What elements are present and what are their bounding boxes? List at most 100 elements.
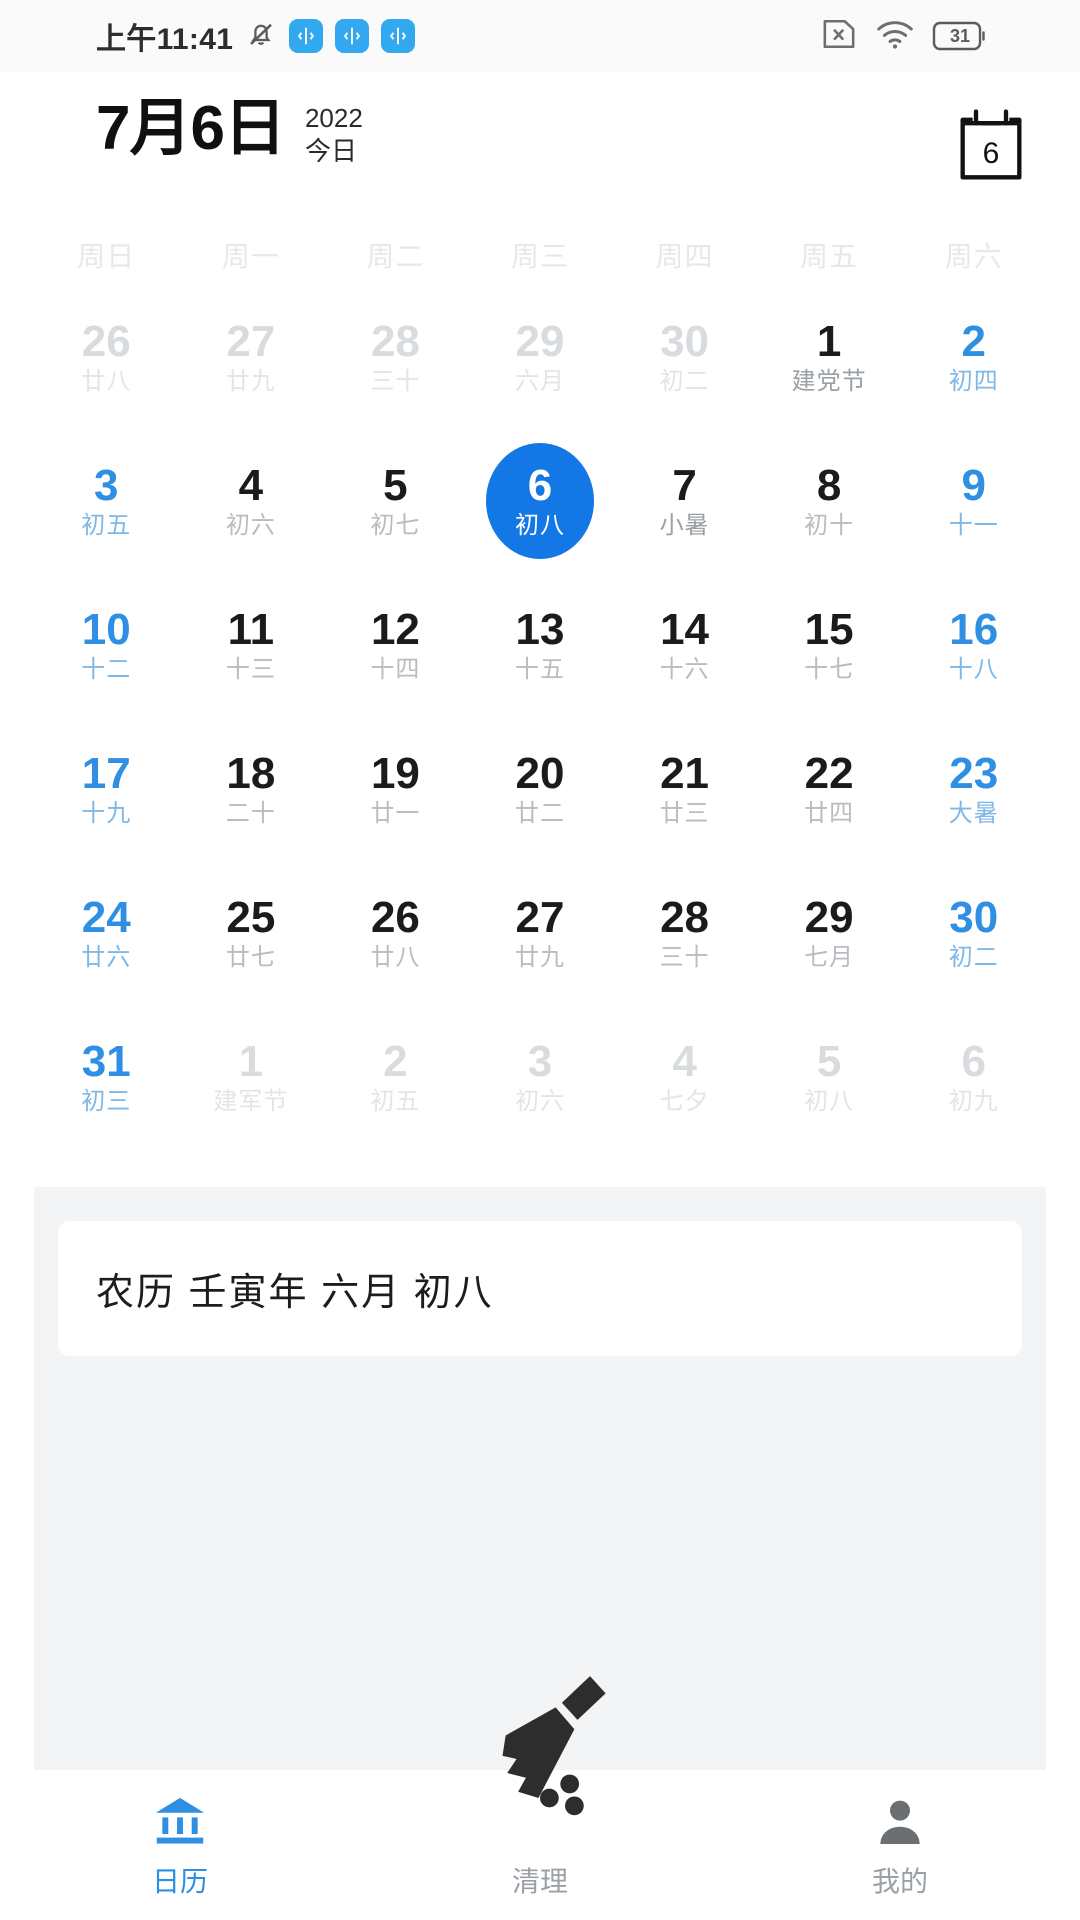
calendar-weeks: 26 廿八 27 廿九 28 三十 29 六月 30 初二 1 建党节 2 初四 3 初五 4 初六 5 初七 6 初八 7… [34,293,1046,1141]
calendar-day-cell[interactable]: 24 廿六 [34,869,179,997]
status-bar-right: 31 [820,17,1046,56]
calendar-day-cell[interactable]: 3 初五 [34,437,179,565]
calendar-day-cell[interactable]: 31 初三 [34,1013,179,1141]
calendar-bank-icon [152,1790,208,1848]
calendar-day-cell[interactable]: 13 十五 [468,581,613,709]
calendar-day-cell[interactable]: 2 初五 [323,1013,468,1141]
calendar-day-cell[interactable]: 9 十一 [901,437,1046,565]
calendar-day-cell[interactable]: 26 廿八 [34,293,179,421]
lunar-date-text: 农历 壬寅年 六月 初八 [96,1272,494,1314]
nav-label-profile: 我的 [871,1866,928,1897]
day-lunar-label: 廿九 [514,944,565,971]
day-lunar-label: 大暑 [948,800,999,827]
day-lunar-label: 六月 [514,368,565,395]
calendar-week-row: 26 廿八 27 廿九 28 三十 29 六月 30 初二 1 建党节 2 初四 [34,293,1046,421]
status-bar-left: 上午11:41 [96,14,416,58]
calendar-day-cell[interactable]: 23 大暑 [901,725,1046,853]
calendar-day-cell[interactable]: 7 小暑 [612,437,757,565]
calendar-day-cell[interactable]: 4 七夕 [612,1013,757,1141]
calendar-day-cell[interactable]: 14 十六 [612,581,757,709]
day-lunar-label: 廿七 [225,944,276,971]
day-number: 10 [81,605,131,654]
wifi-icon [874,17,916,56]
bottom-navigation-bar[interactable]: 日历 清理 我的 [0,1676,1080,1920]
calendar-day-cell[interactable]: 21 廿三 [612,725,757,853]
day-lunar-label: 初三 [81,1088,132,1115]
calendar-day-cell[interactable]: 22 廿四 [757,725,902,853]
nav-item-profile[interactable]: 我的 [720,1790,1080,1900]
day-number: 28 [660,893,710,942]
calendar-day-cell[interactable]: 4 初六 [179,437,324,565]
day-number: 25 [226,893,276,942]
calendar-day-cell[interactable]: 2 初四 [901,293,1046,421]
calendar-day-cell[interactable]: 5 初八 [757,1013,902,1141]
calendar-day-cell[interactable]: 10 十二 [34,581,179,709]
bell-muted-icon [245,18,277,55]
nav-item-calendar[interactable]: 日历 [0,1790,360,1900]
lunar-info-card[interactable]: 农历 壬寅年 六月 初八 [58,1221,1022,1356]
day-lunar-label: 十四 [370,656,421,683]
calendar-week-row: 3 初五 4 初六 5 初七 6 初八 7 小暑 8 初十 9 十一 [34,437,1046,565]
day-number: 21 [660,749,710,798]
calendar-day-cell[interactable]: 28 三十 [323,293,468,421]
day-number: 23 [949,749,999,798]
weekday-header-row: 周日 周一 周二 周三 周四 周五 周六 [34,235,1046,275]
calendar-day-cell[interactable]: 29 六月 [468,293,613,421]
calendar-day-cell[interactable]: 6 初八 [468,437,613,565]
calendar-day-cell[interactable]: 20 廿二 [468,725,613,853]
day-number: 8 [816,461,842,510]
calendar-day-cell[interactable]: 28 三十 [612,869,757,997]
calendar-day-cell[interactable]: 26 廿八 [323,869,468,997]
weekday-monday: 周一 [221,241,280,272]
calendar-day-cell[interactable]: 8 初十 [757,437,902,565]
day-lunar-label: 廿九 [225,368,276,395]
calendar-day-cell[interactable]: 12 十四 [323,581,468,709]
calendar-day-cell[interactable]: 16 十八 [901,581,1046,709]
day-number: 24 [81,893,131,942]
status-bar: 上午11:41 31 [0,0,1080,72]
calendar-day-cell[interactable]: 5 初七 [323,437,468,565]
day-number: 5 [816,1037,842,1086]
day-number: 14 [660,605,710,654]
day-lunar-label: 十七 [804,656,855,683]
calendar-app-screen: 上午11:41 31 7月6日 2022 今日 6 周日 周一 周二 周三 周四… [0,0,1080,1920]
weekday-sunday: 周日 [77,241,136,272]
calendar-day-cell[interactable]: 11 十三 [179,581,324,709]
day-lunar-label: 廿二 [514,800,565,827]
weekday-friday: 周五 [800,241,859,272]
day-number: 30 [660,317,710,366]
calendar-day-cell[interactable]: 30 初二 [612,293,757,421]
day-lunar-label: 初二 [659,368,710,395]
day-lunar-label: 初四 [948,368,999,395]
badge-blue-1-icon [289,19,324,53]
day-lunar-label: 十五 [514,656,565,683]
day-number: 5 [383,461,408,510]
header-today-label: 今日 [304,135,357,166]
calendar-day-cell[interactable]: 6 初九 [901,1013,1046,1141]
calendar-day-cell[interactable]: 18 二十 [179,725,324,853]
calendar-day-cell[interactable]: 30 初二 [901,869,1046,997]
weekday-thursday: 周四 [655,241,714,272]
day-lunar-label: 初六 [225,512,276,539]
calendar-day-cell[interactable]: 29 七月 [757,869,902,997]
day-number: 28 [370,317,420,366]
calendar-day-cell[interactable]: 19 廿一 [323,725,468,853]
today-calendar-icon[interactable]: 6 [954,104,1028,189]
status-time: 上午11:41 [96,23,234,56]
calendar-grid[interactable]: 周日 周一 周二 周三 周四 周五 周六 26 廿八 27 廿九 28 三十 29 六月 30 初… [0,199,1080,1157]
calendar-day-cell[interactable]: 3 初六 [468,1013,613,1141]
calendar-day-cell[interactable]: 15 十七 [757,581,902,709]
day-number: 27 [226,317,276,366]
calendar-day-cell[interactable]: 1 建军节 [179,1013,324,1141]
broom-icon[interactable] [445,1673,635,1828]
day-number: 2 [961,317,986,366]
calendar-day-cell[interactable]: 1 建党节 [757,293,902,421]
battery-icon: 31 [932,20,988,52]
calendar-day-cell[interactable]: 27 廿九 [179,293,324,421]
day-number: 6 [961,1037,986,1086]
calendar-day-cell[interactable]: 25 廿七 [179,869,324,997]
day-number: 18 [226,749,276,798]
calendar-day-cell[interactable]: 27 廿九 [468,869,613,997]
day-number: 26 [81,317,131,366]
calendar-day-cell[interactable]: 17 十九 [34,725,179,853]
